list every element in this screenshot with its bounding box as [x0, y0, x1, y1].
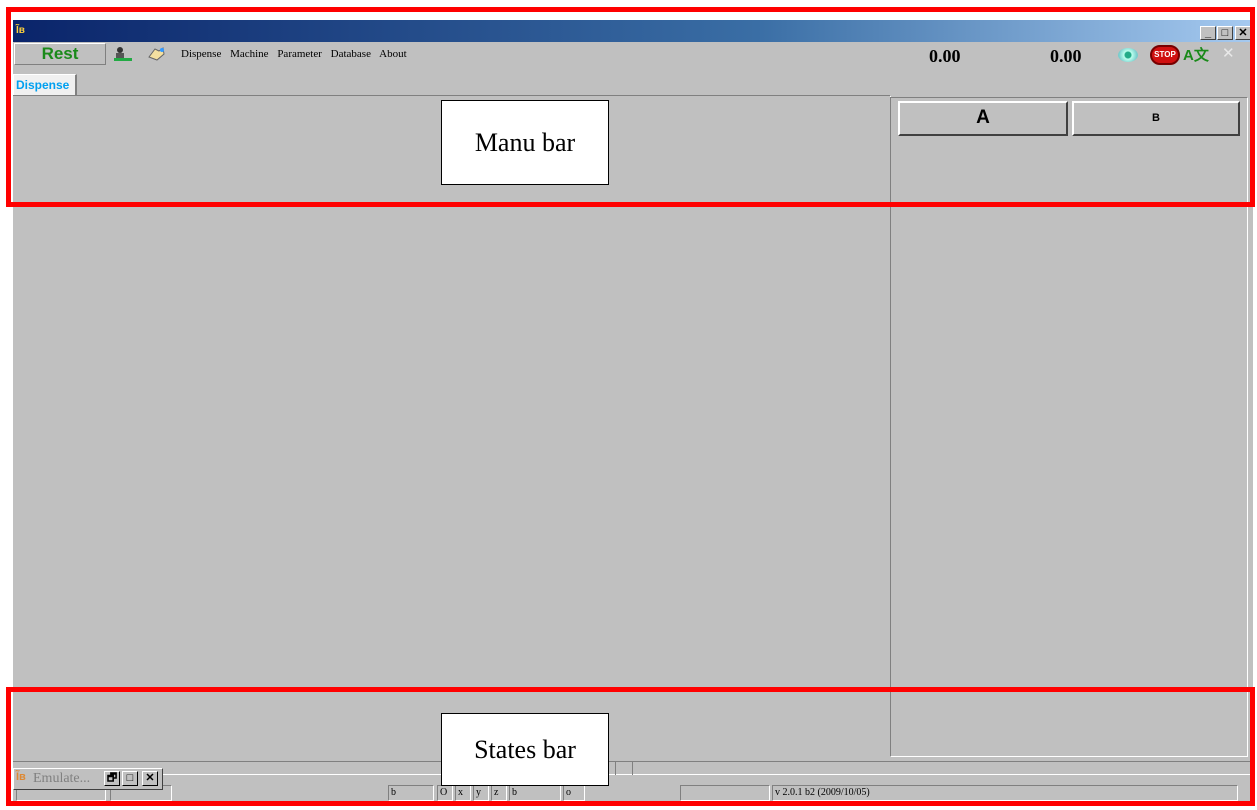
menu-bar-annotation-label: Manu bar [441, 100, 609, 185]
menu-bar-annotation-box [6, 7, 1255, 207]
states-bar-annotation-label: States bar [441, 713, 609, 786]
states-bar-annotation-box [6, 687, 1255, 806]
